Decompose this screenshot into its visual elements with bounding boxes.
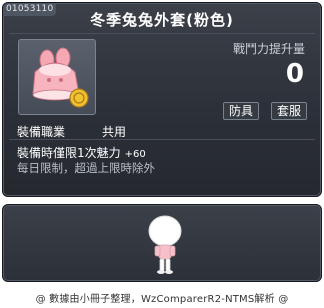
item-tooltip: 01053110 冬季兔兔外套(粉色) 戰鬥力提升量 0 防具 套服 裝備職業 … [2,2,322,197]
effect-label: 裝備時僅限1次魅力 [17,146,121,160]
effect-value: +60 [124,149,146,160]
item-name: 冬季兔兔外套(粉色) [90,11,234,29]
avatar-preview-panel [2,204,322,282]
tag-overall: 套服 [270,102,307,120]
power-label: 戰鬥力提升量 [232,42,305,56]
avatar-preview [148,215,182,274]
effect-line: 裝備時僅限1次魅力 +60 [17,144,146,161]
power-value: 0 [285,59,304,89]
job-label: 裝備職業 [17,125,66,139]
pink-bunny-coat-icon [32,47,89,108]
item-icon-frame [18,39,96,115]
divider [9,139,315,140]
job-value: 共用 [102,125,127,139]
limit-note: 每日限制，超過上限時除外 [17,161,155,175]
tag-armor: 防具 [222,102,259,120]
footer-credit: @ 數據由小冊子整理，WzComparerR2-NTMS解析 @ [35,294,289,305]
divider [9,33,315,34]
